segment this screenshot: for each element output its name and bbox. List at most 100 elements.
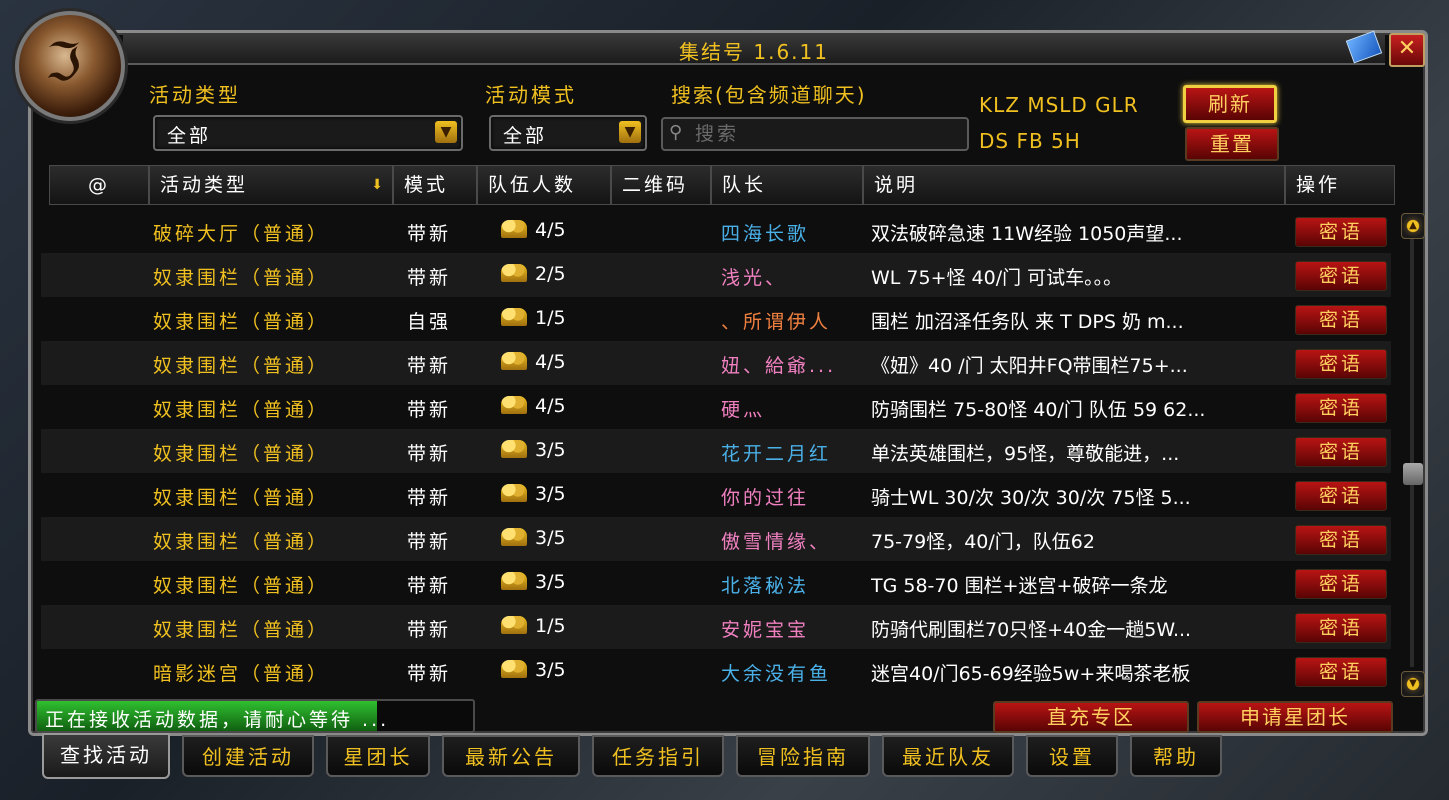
row-activity-type: 奴隶围栏（普通） xyxy=(153,619,330,641)
tab-3[interactable]: 最新公告 xyxy=(442,735,580,777)
main-window: 集结号 1.6.11 ℑ ✕ 活动类型 活动模式 搜索(包含频道聊天) 全部 ▼… xyxy=(15,11,1428,736)
party-members-icon xyxy=(501,396,527,414)
row-activity-type: 奴隶围栏（普通） xyxy=(153,575,330,597)
table-row[interactable]: 奴隶围栏（普通） 带新 4/5 硬灬 防骑围栏 75-80怪 40/门 队伍 59 62… xyxy=(41,385,1391,429)
activity-list: 破碎大厅（普通） 带新 4/5 四海长歌 双法破碎急速 11W经验 1050声望... 密… xyxy=(41,209,1391,695)
table-row[interactable]: 奴隶围栏（普通） 带新 4/5 妞、給爺... 《妞》40 /门 太阳井FQ带围栏75+… xyxy=(41,341,1391,385)
whisper-button[interactable]: 密语 xyxy=(1295,657,1387,687)
row-leader[interactable]: 四海长歌 xyxy=(721,219,861,246)
row-team-count: 3/5 xyxy=(535,483,566,505)
row-mode: 带新 xyxy=(407,443,452,465)
row-activity-type: 奴隶围栏（普通） xyxy=(153,487,330,509)
row-mode: 带新 xyxy=(407,663,452,685)
row-leader[interactable]: 你的过往 xyxy=(721,483,861,510)
row-description: 防骑代刷围栏70只怪+40金一趟5W... xyxy=(871,619,1192,641)
chevron-down-icon[interactable]: ▼ xyxy=(435,121,457,143)
search-input[interactable] xyxy=(693,121,957,147)
whisper-button[interactable]: 密语 xyxy=(1295,481,1387,511)
table-row[interactable]: 奴隶围栏（普通） 带新 3/5 花开二月红 单法英雄围栏，95怪，尊敬能进，... 密语 xyxy=(41,429,1391,473)
scroll-up-icon[interactable]: ▲ xyxy=(1401,213,1425,239)
whisper-button[interactable]: 密语 xyxy=(1295,393,1387,423)
whisper-button[interactable]: 密语 xyxy=(1295,525,1387,555)
tab-8[interactable]: 帮助 xyxy=(1130,735,1222,777)
scroll-track[interactable] xyxy=(1410,239,1414,667)
table-row[interactable]: 奴隶围栏（普通） 带新 1/5 安妮宝宝 防骑代刷围栏70只怪+40金一趟5W... 密语 xyxy=(41,605,1391,649)
row-leader[interactable]: 硬灬 xyxy=(721,395,861,422)
quick-tags-line1[interactable]: KLZ MSLD GLR xyxy=(979,93,1139,117)
header-qrcode[interactable]: 二维码 xyxy=(611,165,711,205)
whisper-button[interactable]: 密语 xyxy=(1295,613,1387,643)
row-leader[interactable]: 傲雪情缘、 xyxy=(721,527,861,554)
header-team-size[interactable]: 队伍人数 xyxy=(477,165,611,205)
table-row[interactable]: 暗影迷宫（普通） 带新 3/5 大余没有鱼 迷宫40/门65-69经验5w+来喝茶老板 密… xyxy=(41,649,1391,693)
header-activity-type[interactable]: 活动类型 ⬇ xyxy=(149,165,393,205)
header-at[interactable]: @ xyxy=(49,165,149,205)
row-description: 75-79怪，40/门，队伍62 xyxy=(871,531,1095,553)
table-row[interactable]: 奴隶围栏（普通） 带新 3/5 北落秘法 TG 58-70 围栏+迷宫+破碎一条龙 密语 xyxy=(41,561,1391,605)
row-description: TG 58-70 围栏+迷宫+破碎一条龙 xyxy=(871,575,1168,597)
table-row[interactable]: 奴隶围栏（普通） 带新 2/5 浅光、 WL 75+怪 40/门 可试车。。。 密语 xyxy=(41,253,1391,297)
whisper-button[interactable]: 密语 xyxy=(1295,261,1387,291)
activity-mode-value: 全部 xyxy=(503,125,548,147)
row-leader[interactable]: 北落秘法 xyxy=(721,571,861,598)
tab-5[interactable]: 冒险指南 xyxy=(736,735,870,777)
row-team-size: 4/5 xyxy=(501,219,611,241)
reset-button[interactable]: 重置 xyxy=(1185,127,1279,161)
row-leader[interactable]: 大余没有鱼 xyxy=(721,659,861,686)
header-leader[interactable]: 队长 xyxy=(711,165,863,205)
close-button[interactable]: ✕ xyxy=(1389,33,1425,67)
table-row[interactable]: 奴隶围栏（普通） 带新 3/5 你的过往 骑士WL 30/次 30/次 30/次 75怪… xyxy=(41,473,1391,517)
whisper-button[interactable]: 密语 xyxy=(1295,437,1387,467)
list-scrollbar[interactable]: ▲ ▼ xyxy=(1401,209,1425,697)
activity-type-value: 全部 xyxy=(167,125,212,147)
row-description: 《妞》40 /门 太阳井FQ带围栏75+... xyxy=(871,355,1188,377)
row-team-count: 4/5 xyxy=(535,219,566,241)
header-description[interactable]: 说明 xyxy=(863,165,1285,205)
row-description: 围栏 加沼泽任务队 来 T DPS 奶 m... xyxy=(871,311,1184,333)
chevron-down-icon[interactable]: ▼ xyxy=(619,121,641,143)
search-box[interactable]: ⚲ xyxy=(661,117,969,151)
header-mode[interactable]: 模式 xyxy=(393,165,477,205)
row-team-size: 1/5 xyxy=(501,307,611,329)
whisper-button[interactable]: 密语 xyxy=(1295,305,1387,335)
window-title: 集结号 1.6.11 xyxy=(679,40,829,64)
tab-6[interactable]: 最近队友 xyxy=(882,735,1014,777)
title-bar[interactable]: 集结号 1.6.11 xyxy=(123,33,1385,65)
scroll-down-icon[interactable]: ▼ xyxy=(1401,671,1425,697)
recharge-button[interactable]: 直充专区 xyxy=(993,701,1189,733)
quick-tags-line2[interactable]: DS FB 5H xyxy=(979,129,1081,153)
row-activity-type: 破碎大厅（普通） xyxy=(153,223,330,245)
activity-type-dropdown[interactable]: 全部 ▼ xyxy=(153,115,463,151)
whisper-button[interactable]: 密语 xyxy=(1295,349,1387,379)
row-leader[interactable]: 花开二月红 xyxy=(721,439,861,466)
row-activity-type: 奴隶围栏（普通） xyxy=(153,443,330,465)
row-activity-type: 奴隶围栏（普通） xyxy=(153,311,330,333)
tab-4[interactable]: 任务指引 xyxy=(592,735,724,777)
row-leader[interactable]: 浅光、 xyxy=(721,263,861,290)
table-row[interactable]: 奴隶围栏（普通） 自强 1/5 、所谓伊人 围栏 加沼泽任务队 来 T DPS 奶 m.… xyxy=(41,297,1391,341)
row-team-count: 2/5 xyxy=(535,263,566,285)
tab-7[interactable]: 设置 xyxy=(1026,735,1118,777)
party-members-icon xyxy=(501,352,527,370)
row-activity-type: 奴隶围栏（普通） xyxy=(153,267,330,289)
row-team-size: 3/5 xyxy=(501,571,611,593)
tab-0[interactable]: 查找活动 xyxy=(42,733,170,779)
row-team-count: 1/5 xyxy=(535,615,566,637)
row-team-count: 3/5 xyxy=(535,439,566,461)
whisper-button[interactable]: 密语 xyxy=(1295,217,1387,247)
row-leader[interactable]: 安妮宝宝 xyxy=(721,615,861,642)
scroll-thumb[interactable] xyxy=(1403,463,1423,485)
tab-1[interactable]: 创建活动 xyxy=(182,735,314,777)
row-leader[interactable]: 、所谓伊人 xyxy=(721,307,861,334)
apply-star-leader-button[interactable]: 申请星团长 xyxy=(1197,701,1393,733)
party-members-icon xyxy=(501,484,527,502)
row-team-size: 3/5 xyxy=(501,483,611,505)
party-members-icon xyxy=(501,220,527,238)
row-leader[interactable]: 妞、給爺... xyxy=(721,351,861,378)
tab-2[interactable]: 星团长 xyxy=(326,735,430,777)
refresh-button[interactable]: 刷新 xyxy=(1183,85,1277,123)
table-row[interactable]: 奴隶围栏（普通） 带新 3/5 傲雪情缘、 75-79怪，40/门，队伍62 密语 xyxy=(41,517,1391,561)
table-row[interactable]: 破碎大厅（普通） 带新 4/5 四海长歌 双法破碎急速 11W经验 1050声望... 密… xyxy=(41,209,1391,253)
activity-mode-dropdown[interactable]: 全部 ▼ xyxy=(489,115,647,151)
whisper-button[interactable]: 密语 xyxy=(1295,569,1387,599)
